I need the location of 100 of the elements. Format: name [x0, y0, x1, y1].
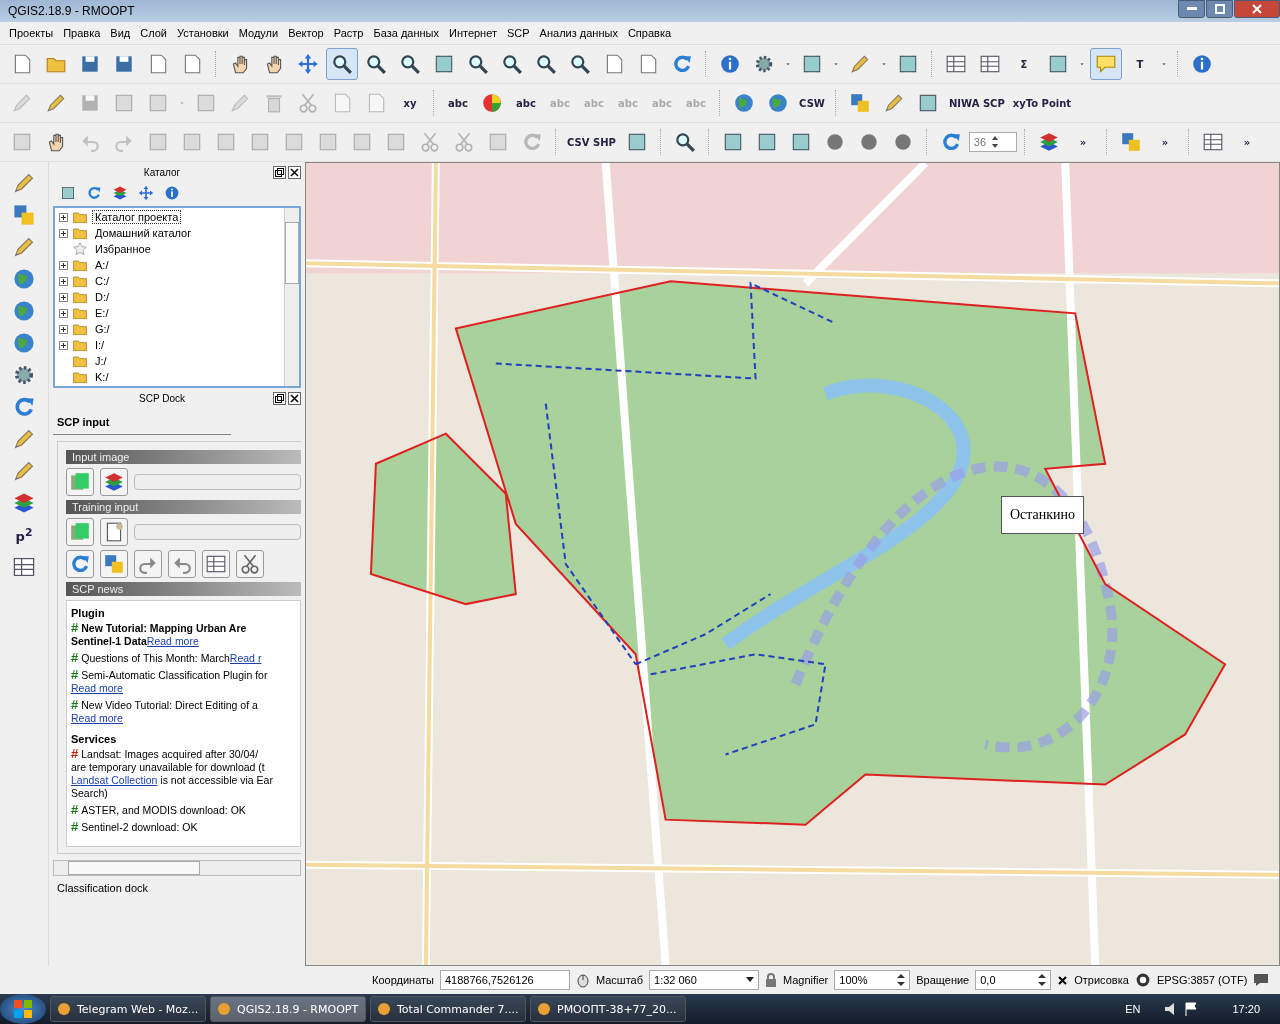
render-checkbox[interactable]: [1057, 974, 1069, 986]
tab[interactable]: Classification dock: [53, 876, 251, 900]
status-label: Координаты: [372, 974, 434, 986]
squares-icon: [849, 92, 871, 114]
flag-icon[interactable]: [1184, 1002, 1199, 1016]
windows-logo-icon: [13, 999, 33, 1019]
folder-icon: [72, 225, 88, 241]
read-more-link[interactable]: Read more: [146, 635, 199, 647]
float-button[interactable]: [273, 391, 286, 405]
scale-dropdown[interactable]: 1:32 060: [649, 970, 760, 990]
read-more-link[interactable]: Read more: [71, 682, 123, 694]
toolbar-button[interactable]: [326, 48, 358, 80]
toolbar-button[interactable]: abc: [442, 87, 474, 119]
table-icon: [205, 553, 227, 575]
read-more-link[interactable]: Read more: [71, 712, 123, 724]
menu-item[interactable]: SCP: [502, 27, 535, 39]
toolbar-button[interactable]: xyTo Point: [1009, 87, 1075, 119]
toolbar-button[interactable]: xy: [394, 87, 426, 119]
menu-item[interactable]: Анализ данных: [534, 27, 623, 39]
crs-button[interactable]: EPSG:3857 (OTF): [1156, 974, 1248, 986]
square-icon: [60, 185, 76, 201]
toolbar-button[interactable]: [236, 550, 264, 578]
close-button[interactable]: [288, 165, 301, 179]
hash-mark: #: [71, 697, 79, 712]
toolbar-button[interactable]: »: [1230, 126, 1263, 158]
menu-item[interactable]: Растр: [328, 27, 369, 39]
window-title: QGIS2.18.9 - RMOOPT: [8, 4, 136, 18]
coordinate-field[interactable]: 4188766,7526126: [439, 970, 570, 990]
size-spinbox[interactable]: 36: [968, 132, 1017, 152]
tree-item[interactable]: Домашний каталог: [92, 226, 195, 240]
menu-item[interactable]: Слой: [135, 27, 172, 39]
menu-item[interactable]: Интернет: [444, 27, 502, 39]
toolbar-button[interactable]: T: [1124, 48, 1156, 80]
pencil-icon: [12, 171, 36, 195]
tab[interactable]: SCP input: [53, 406, 231, 435]
maximize-button[interactable]: [1206, 0, 1233, 18]
float-button[interactable]: [273, 165, 286, 179]
tree-item[interactable]: Избранное: [92, 242, 154, 256]
lock-icon: [765, 973, 778, 987]
menu-item[interactable]: Правка: [58, 27, 106, 39]
tree-item[interactable]: E:/: [92, 306, 112, 320]
expand-icon[interactable]: [59, 228, 68, 238]
toolbar-button[interactable]: CSW: [796, 87, 828, 119]
toolbar-button[interactable]: [100, 550, 128, 578]
scissors-icon: [453, 131, 475, 153]
taskbar-item[interactable]: Total Commander 7....: [370, 996, 526, 1022]
read-more-link[interactable]: Read r: [229, 652, 262, 664]
tree-item[interactable]: Каталог проекта: [92, 210, 182, 224]
taskbar-item[interactable]: РМООПТ-38+77_20...: [530, 996, 686, 1022]
tree-item[interactable]: G:/: [92, 322, 113, 336]
toolbar-button[interactable]: Σ: [1008, 48, 1040, 80]
taskbar-item[interactable]: QGIS2.18.9 - RMOOPT: [210, 996, 366, 1022]
scrollbar[interactable]: [53, 860, 301, 876]
taskbar-item[interactable]: Telegram Web - Moz...: [50, 996, 206, 1022]
toolbar-button[interactable]: [100, 518, 128, 546]
close-button[interactable]: [288, 391, 301, 405]
squares-icon: [103, 553, 125, 575]
scissors-icon: [419, 131, 441, 153]
menu-item[interactable]: База данных: [368, 27, 444, 39]
start-button[interactable]: [0, 994, 46, 1024]
tree-item[interactable]: I:/: [92, 338, 108, 352]
toolbar-button[interactable]: abc: [510, 87, 542, 119]
menu-item[interactable]: Вид: [105, 27, 136, 39]
scrollbar[interactable]: [284, 208, 299, 386]
expand-icon[interactable]: [59, 340, 68, 350]
menu-item[interactable]: Модули: [233, 27, 284, 39]
read-more-link[interactable]: Landsat Collection: [71, 774, 158, 786]
toolbar-button[interactable]: [202, 550, 230, 578]
tree-item[interactable]: C:/: [92, 274, 113, 288]
info-icon: [1191, 53, 1213, 75]
refresh-icon: [69, 553, 91, 575]
toolbar-button[interactable]: CSV SHP: [564, 126, 619, 158]
expand-icon[interactable]: [59, 308, 68, 318]
toolbar-button[interactable]: [100, 468, 128, 496]
layers-icon: [12, 491, 36, 515]
toolbar-button[interactable]: »: [1066, 126, 1099, 158]
table-icon: [979, 53, 1001, 75]
rotation-spinbox[interactable]: 0,0: [975, 970, 1052, 990]
magnifier-spinbox[interactable]: 100%: [834, 970, 911, 990]
toolbar-button[interactable]: p$^{2}$: [8, 520, 40, 550]
menu-item[interactable]: Установки: [171, 27, 234, 39]
checkmark-icon: [1058, 975, 1068, 985]
toolbar-button[interactable]: »: [1148, 126, 1181, 158]
menu-item[interactable]: Проекты: [4, 27, 59, 39]
expand-icon[interactable]: [59, 324, 68, 334]
expand-icon[interactable]: [59, 292, 68, 302]
minimize-button[interactable]: [1178, 0, 1205, 18]
tree-item[interactable]: K:/: [92, 370, 112, 384]
tree-item[interactable]: A:/: [92, 258, 112, 272]
language-indicator[interactable]: EN: [1125, 1003, 1141, 1015]
hash-mark: #: [71, 650, 79, 665]
menu-item[interactable]: Справка: [622, 27, 677, 39]
menu-item[interactable]: Вектор: [283, 27, 329, 39]
tree-item[interactable]: D:/: [92, 290, 113, 304]
toolbar-button[interactable]: NIWA SCP: [946, 87, 1008, 119]
folder-icon: [72, 353, 88, 369]
expand-icon[interactable]: [59, 260, 68, 270]
expand-icon[interactable]: [59, 276, 68, 286]
tree-item[interactable]: J:/: [92, 354, 110, 368]
expand-icon[interactable]: [59, 212, 68, 222]
